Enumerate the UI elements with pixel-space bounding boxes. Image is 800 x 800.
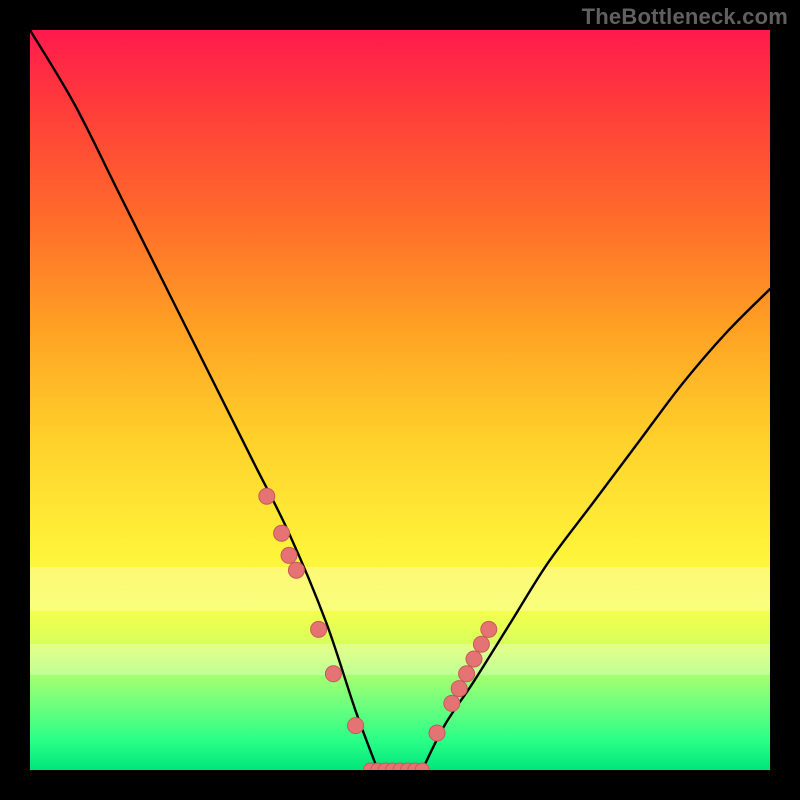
data-marker — [325, 666, 341, 682]
curve-layer — [30, 30, 770, 770]
data-marker — [451, 681, 467, 697]
chart-frame: TheBottleneck.com — [0, 0, 800, 800]
data-marker — [466, 651, 482, 667]
series-right-branch — [422, 289, 770, 770]
marker-group — [259, 488, 497, 770]
data-marker — [473, 636, 489, 652]
data-marker — [459, 666, 475, 682]
data-marker — [481, 621, 497, 637]
data-marker — [281, 547, 297, 563]
watermark-text: TheBottleneck.com — [582, 4, 788, 30]
data-marker — [288, 562, 304, 578]
series-left-branch — [30, 30, 378, 770]
data-marker — [259, 488, 275, 504]
series-group — [30, 30, 770, 770]
plot-area — [30, 30, 770, 770]
data-marker — [348, 718, 364, 734]
data-marker — [444, 695, 460, 711]
data-marker — [311, 621, 327, 637]
data-marker — [274, 525, 290, 541]
data-marker — [429, 725, 445, 741]
